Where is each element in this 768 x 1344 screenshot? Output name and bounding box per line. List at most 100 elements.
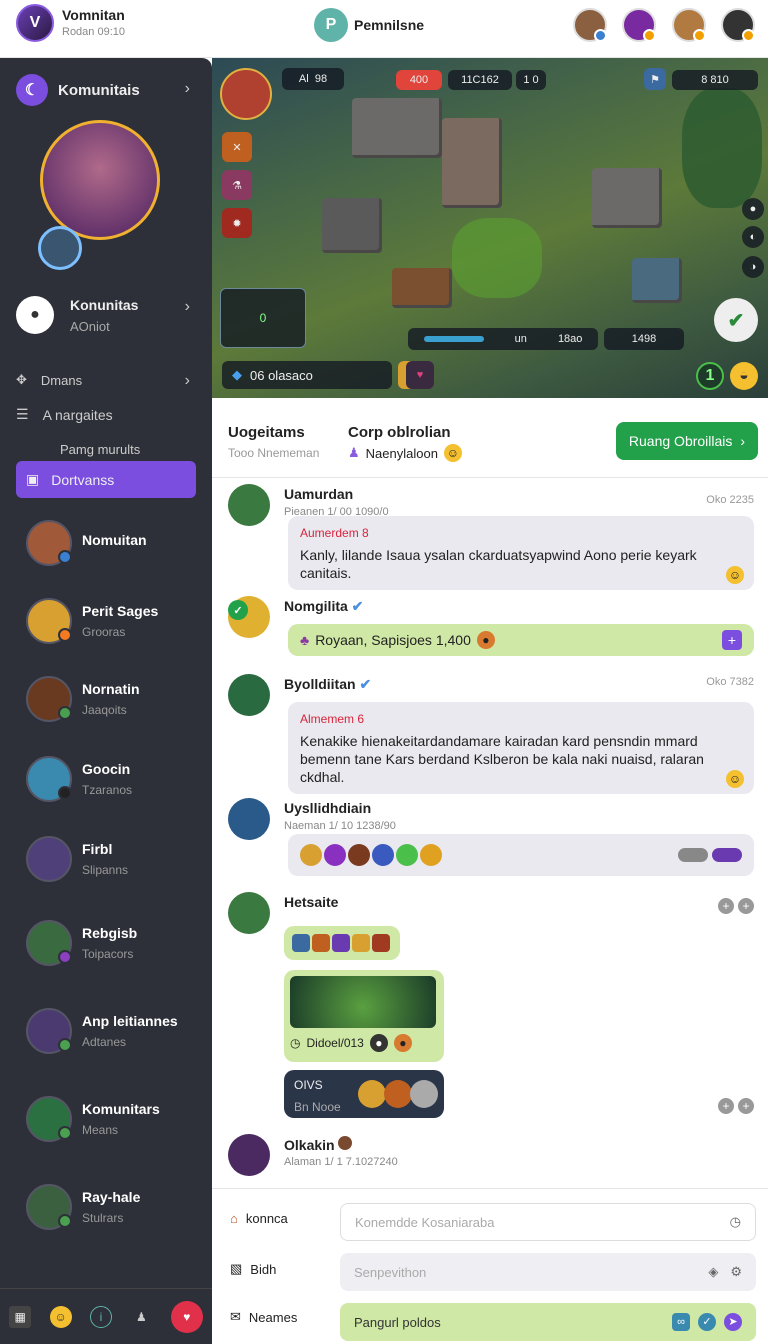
message-author-row: Nomgilita ✔ <box>284 598 363 615</box>
status-badge <box>58 1214 72 1228</box>
flag-icon[interactable]: ⚑ <box>644 68 666 90</box>
emoji-icon[interactable]: ☺ <box>49 1305 72 1328</box>
chevron-right-icon[interactable]: › <box>185 80 190 98</box>
toggle-on[interactable] <box>712 848 742 862</box>
side-button-1[interactable]: ● <box>742 198 764 220</box>
contact-item[interactable]: Rebgisb Toipacors <box>26 920 137 966</box>
contact-name: Rebgisb <box>82 925 138 941</box>
status-badge <box>58 950 72 964</box>
message-item[interactable]: Byolldiitan ✔ Oko 7382 Almemem 6 Kenakik… <box>228 674 754 794</box>
check-button[interactable]: ✔ <box>714 298 758 342</box>
join-room-button[interactable]: Ruang Obroillais › <box>616 422 758 460</box>
reaction-icon[interactable] <box>300 844 322 866</box>
contact-item[interactable]: Perit Sages Grooras <box>26 598 158 644</box>
message-item[interactable]: Uamurdan Pieanen 1/ 00 1090/0 Oko 2235 A… <box>228 484 754 590</box>
add-icon[interactable]: + <box>718 1098 734 1114</box>
message-item[interactable]: Olkakin Alaman 1/ 1 7.1027240 <box>228 1134 754 1184</box>
skill-fire-icon[interactable]: ✹ <box>222 208 252 238</box>
hud-mid: 11C162 <box>448 70 512 90</box>
secondary-input[interactable]: Senpevithon ◈ ⚙ <box>340 1253 756 1291</box>
message-item[interactable]: Nomgilita ✔ ✓ ♣ Royaan, Sapisjoes 1,400 … <box>228 596 754 660</box>
contact-item[interactable]: Nornatin Jaaqoits <box>26 676 140 722</box>
reaction-icon[interactable] <box>372 844 394 866</box>
chat-feed[interactable]: Uamurdan Pieanen 1/ 00 1090/0 Oko 2235 A… <box>212 478 768 1188</box>
profile-hero-avatar[interactable] <box>40 120 160 240</box>
player-avatar[interactable] <box>220 68 272 120</box>
contact-item[interactable]: Nomuitan <box>26 520 147 566</box>
message-author: Uamurdan <box>284 486 354 502</box>
profile-small-avatar[interactable] <box>38 226 82 270</box>
contact-item[interactable]: Firbl Slipanns <box>26 836 128 882</box>
composer-row-label: Bidh <box>250 1261 277 1277</box>
heart-button[interactable]: ♥ <box>170 1300 203 1333</box>
ability-panel[interactable]: 0 <box>220 288 306 348</box>
reaction-icon[interactable]: ✓ <box>228 600 248 620</box>
toggle-off[interactable] <box>678 848 708 862</box>
skill-potion-icon[interactable]: ⚗ <box>222 170 252 200</box>
game-view[interactable]: Al 98 400 11C162 1 0 ⚑ 8 810 ✕ ⚗ ✹ 0 ● ◐… <box>212 58 768 398</box>
clock-icon[interactable]: ◷ <box>730 1214 741 1230</box>
add-button[interactable]: + <box>722 630 742 650</box>
sidebar-menu-item-2[interactable]: ☰ A nargaites <box>16 406 113 423</box>
info-icon[interactable]: i <box>89 1305 112 1328</box>
message-text: Kenakike hienakeitardandamare kairadan k… <box>300 733 704 785</box>
message-bubble: ♣ Royaan, Sapisjoes 1,400 ● + <box>288 624 754 656</box>
add-icon[interactable]: + <box>738 898 754 914</box>
tertiary-input[interactable]: Pangurl poldos ∞ ✓ ➤ <box>340 1303 756 1341</box>
send-icon[interactable]: ➤ <box>724 1313 742 1331</box>
card-message[interactable]: OIVS Bn Nooe <box>284 1070 444 1118</box>
community-item[interactable]: ● Konunitas AOniot <box>16 296 138 334</box>
channel-title[interactable]: P Pemnilsne <box>314 8 424 42</box>
side-button-3[interactable]: ◑ <box>742 256 764 278</box>
add-icon[interactable]: + <box>718 898 734 914</box>
header-avatar-2[interactable] <box>622 8 656 42</box>
sidebar-community-header[interactable]: ☾ Komunitais <box>16 74 140 106</box>
clock-icon: ◷ <box>290 1036 301 1050</box>
gem-icon[interactable]: ♥ <box>406 361 434 389</box>
check-icon[interactable]: ✓ <box>698 1313 716 1331</box>
coin-icon[interactable]: ◒ <box>730 362 758 390</box>
reaction-strip <box>288 834 754 876</box>
skill-sword-icon[interactable]: ✕ <box>222 132 252 162</box>
message-input-placeholder: Konemdde Kosaniaraba <box>355 1214 495 1230</box>
chevron-right-icon[interactable]: › <box>185 298 190 316</box>
header-avatar-4[interactable] <box>721 8 755 42</box>
message-item[interactable]: Uysllidhdiain Naeman 1/ 10 1238/90 <box>228 798 754 878</box>
plant-image <box>290 976 436 1028</box>
message-input[interactable]: Konemdde Kosaniaraba ◷ <box>340 1203 756 1241</box>
settings-icon[interactable]: ⚙ <box>730 1264 742 1280</box>
message-item[interactable]: Hetsaite + + ◷ Didoel/013 ● ● OIVS Bn No… <box>228 892 754 1132</box>
image-message[interactable]: ◷ Didoel/013 ● ● <box>284 970 444 1062</box>
contact-item[interactable]: Goocin Tzaranos <box>26 756 132 802</box>
avatar <box>228 798 270 840</box>
header-avatar-1[interactable] <box>573 8 607 42</box>
header-avatar-3[interactable] <box>672 8 706 42</box>
grid-icon[interactable]: ▦ <box>9 1305 32 1328</box>
ruin-block <box>592 168 662 228</box>
sticker-strip <box>284 926 400 960</box>
sidebar-title: Komunitais <box>58 81 140 99</box>
sidebar-item-active[interactable]: ▣ Dortvanss <box>16 461 196 498</box>
location-chip[interactable]: ◆ 06 olasaco <box>222 361 392 389</box>
reaction-icon[interactable] <box>396 844 418 866</box>
mail-icon: ✉ <box>230 1309 241 1324</box>
status-badge <box>643 29 656 42</box>
smile-icon: ☺ <box>726 566 744 584</box>
current-user-avatar[interactable]: V <box>16 4 54 42</box>
contact-item[interactable]: Ray-hale Stulrars <box>26 1184 140 1230</box>
link-icon[interactable]: ∞ <box>672 1313 690 1331</box>
contact-item[interactable]: Anp leitiannes Adtanes <box>26 1008 178 1054</box>
reaction-icon[interactable] <box>348 844 370 866</box>
reaction-icon[interactable] <box>324 844 346 866</box>
composer-row-1: ⌂ konnca <box>230 1211 288 1226</box>
reaction-icon[interactable] <box>420 844 442 866</box>
side-button-2[interactable]: ◐ <box>742 226 764 248</box>
chevron-right-icon[interactable]: › <box>185 372 190 390</box>
add-icon[interactable]: + <box>738 1098 754 1114</box>
sidebar-menu-item-1[interactable]: ✥ Dmans <box>16 372 82 388</box>
sidebar-menu-item-3[interactable]: Pamg murults <box>60 442 140 457</box>
shield-icon[interactable]: ◈ <box>708 1264 718 1280</box>
people-icon[interactable]: ♟ <box>130 1306 152 1328</box>
tree <box>682 88 762 208</box>
contact-item[interactable]: Komunitars Means <box>26 1096 160 1142</box>
